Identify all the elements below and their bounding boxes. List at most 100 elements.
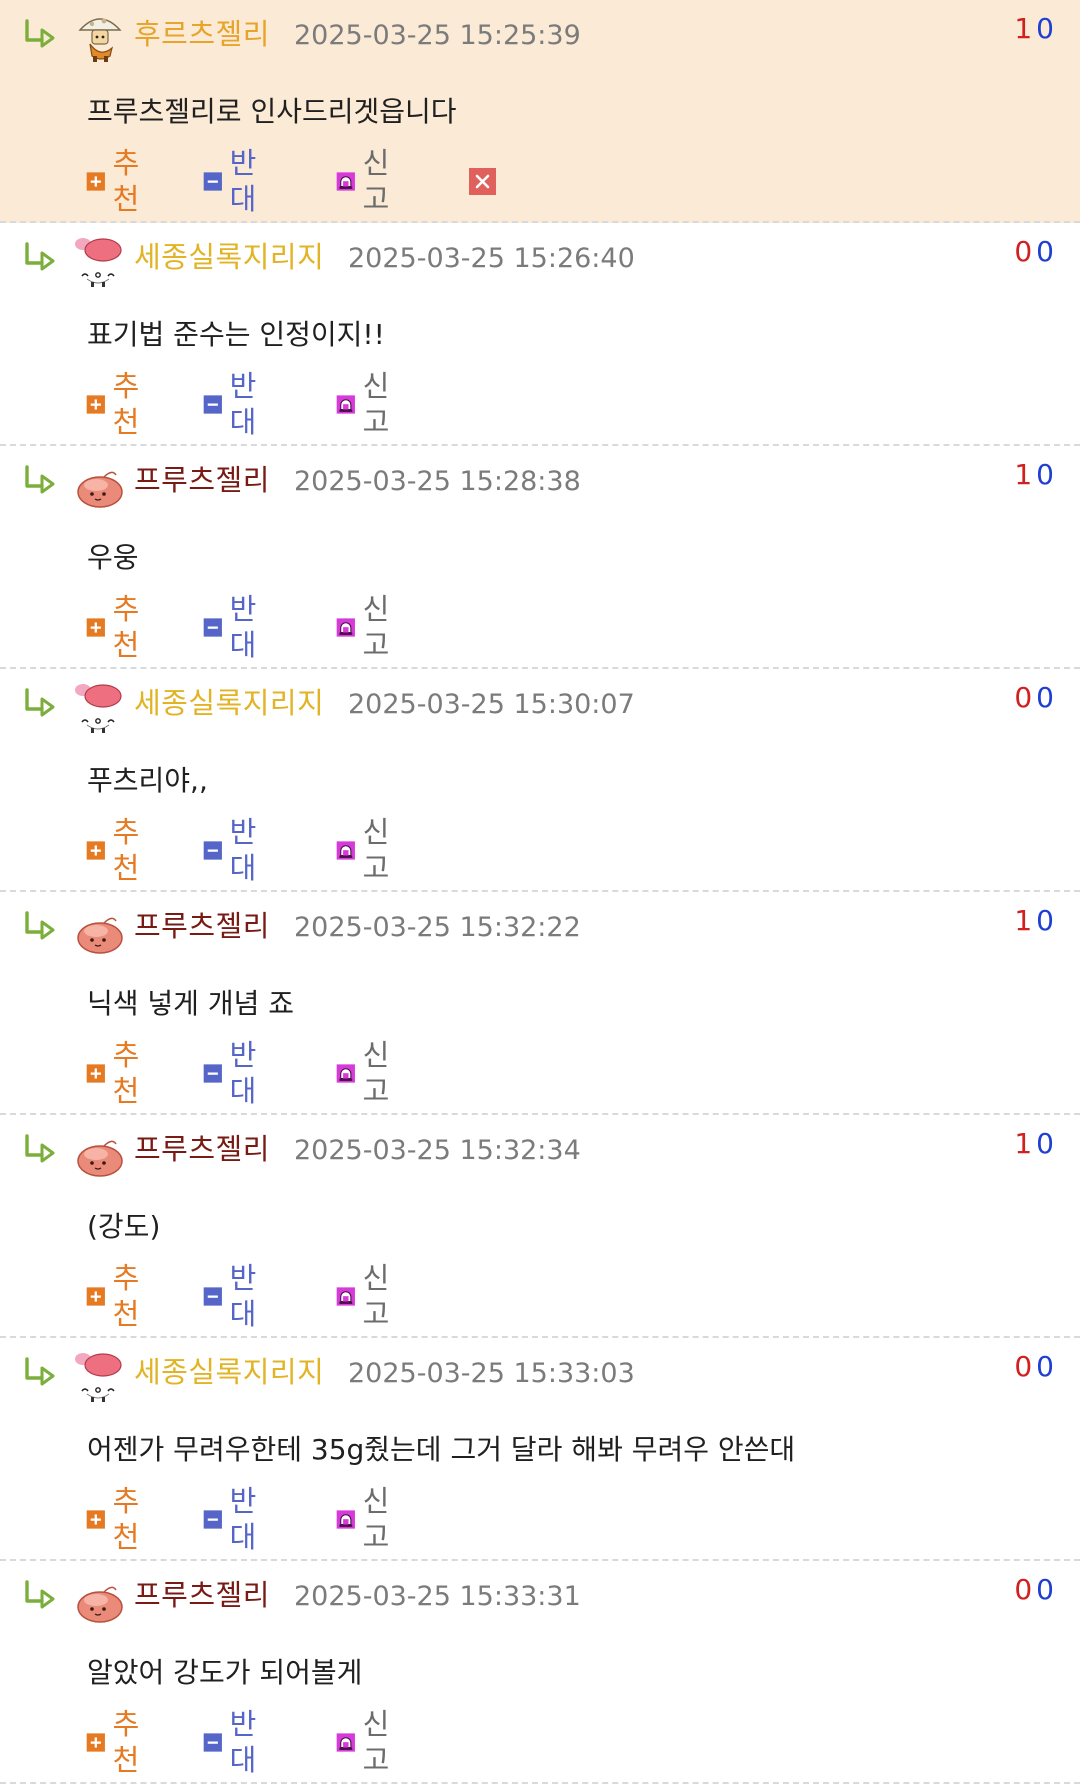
mouse-character-icon [75, 1353, 122, 1402]
recommend-label: 추천 [112, 146, 140, 216]
report-label: 신고 [362, 146, 390, 216]
report-label: 신고 [362, 815, 390, 885]
oppose-label: 반대 [229, 592, 257, 662]
comment-item: 프루츠젤리 2025-03-25 15:33:31 00 알았어 강도가 되어볼… [0, 1561, 1080, 1784]
recommend-button[interactable]: 추천 [86, 592, 149, 662]
comment-text: 닉색 넣게 개념 죠 [87, 987, 295, 1020]
reply-arrow-icon [25, 688, 55, 717]
reply-arrow-icon [25, 1580, 55, 1609]
author-name[interactable]: 세종실록지리지 [134, 239, 324, 275]
author-name[interactable]: 프루츠젤리 [134, 462, 270, 498]
oppose-button[interactable]: 반대 [203, 1484, 266, 1554]
mushroom-character-icon [78, 18, 122, 62]
report-label: 신고 [362, 369, 390, 439]
oppose-button[interactable]: 반대 [203, 369, 266, 439]
siren-icon [336, 1509, 355, 1529]
reply-arrow-icon [25, 911, 55, 940]
upvote-count: 1 [1014, 458, 1037, 491]
reply-arrow-icon [25, 242, 55, 271]
siren-icon [336, 840, 355, 860]
avatar[interactable] [74, 458, 126, 510]
oppose-label: 반대 [229, 815, 257, 885]
plus-icon [86, 394, 105, 414]
avatar[interactable] [74, 235, 126, 287]
author-name[interactable]: 프루츠젤리 [134, 1577, 270, 1613]
pink-slime-icon [77, 917, 123, 954]
recommend-button[interactable]: 추천 [86, 146, 149, 216]
avatar[interactable] [74, 1350, 126, 1402]
comment-text: 알았어 강도가 되어볼게 [87, 1656, 363, 1689]
author-name[interactable]: 프루츠젤리 [134, 1131, 270, 1167]
upvote-count: 1 [1014, 904, 1037, 937]
recommend-button[interactable]: 추천 [86, 1707, 149, 1777]
vote-counts: 10 [1014, 12, 1058, 46]
comment-text: 우웅 [87, 541, 139, 574]
report-button[interactable]: 신고 [336, 815, 399, 885]
oppose-label: 반대 [229, 1261, 257, 1331]
close-icon [469, 167, 496, 195]
report-button[interactable]: 신고 [336, 592, 399, 662]
minus-icon [203, 840, 222, 860]
plus-icon [86, 1732, 105, 1752]
siren-icon [336, 1732, 355, 1752]
author-name[interactable]: 세종실록지리지 [134, 1354, 324, 1390]
oppose-button[interactable]: 반대 [203, 1038, 266, 1108]
comment-text: 표기법 준수는 인정이지!! [87, 318, 385, 351]
recommend-label: 추천 [112, 592, 140, 662]
report-button[interactable]: 신고 [336, 1261, 399, 1331]
downvote-count: 0 [1036, 1573, 1058, 1606]
upvote-count: 0 [1014, 1350, 1037, 1383]
comment-timestamp: 2025-03-25 15:32:34 [294, 1135, 581, 1166]
plus-icon [86, 840, 105, 860]
recommend-button[interactable]: 추천 [86, 815, 149, 885]
upvote-count: 0 [1014, 1573, 1037, 1606]
recommend-label: 추천 [112, 369, 140, 439]
author-name[interactable]: 후르츠젤리 [134, 16, 270, 52]
recommend-button[interactable]: 추천 [86, 1261, 149, 1331]
upvote-count: 0 [1014, 681, 1037, 714]
vote-counts: 00 [1014, 681, 1058, 715]
downvote-count: 0 [1036, 458, 1058, 491]
plus-icon [86, 171, 105, 191]
report-button[interactable]: 신고 [336, 1038, 399, 1108]
avatar[interactable] [74, 1127, 126, 1179]
comment-timestamp: 2025-03-25 15:30:07 [348, 689, 635, 720]
vote-counts: 00 [1014, 235, 1058, 269]
plus-icon [86, 617, 105, 637]
recommend-button[interactable]: 추천 [86, 1038, 149, 1108]
avatar[interactable] [74, 681, 126, 733]
report-button[interactable]: 신고 [336, 369, 399, 439]
oppose-button[interactable]: 반대 [203, 592, 266, 662]
avatar[interactable] [74, 12, 126, 64]
author-name[interactable]: 세종실록지리지 [134, 685, 324, 721]
siren-icon [336, 171, 355, 191]
avatar[interactable] [74, 904, 126, 956]
author-name[interactable]: 프루츠젤리 [134, 908, 270, 944]
downvote-count: 0 [1036, 1127, 1058, 1160]
oppose-button[interactable]: 반대 [203, 146, 266, 216]
oppose-button[interactable]: 반대 [203, 1707, 266, 1777]
oppose-button[interactable]: 반대 [203, 815, 266, 885]
recommend-button[interactable]: 추천 [86, 369, 149, 439]
minus-icon [203, 1509, 222, 1529]
upvote-count: 1 [1014, 12, 1037, 45]
report-button[interactable]: 신고 [336, 1484, 399, 1554]
comment-text: 푸츠리야,, [87, 764, 208, 797]
downvote-count: 0 [1036, 12, 1058, 45]
avatar[interactable] [74, 1573, 126, 1625]
delete-button[interactable] [468, 163, 497, 199]
minus-icon [203, 1286, 222, 1306]
downvote-count: 0 [1036, 1350, 1058, 1383]
report-button[interactable]: 신고 [336, 146, 399, 216]
upvote-count: 0 [1014, 235, 1037, 268]
comment-list: 후르츠젤리 2025-03-25 15:25:39 10 프루츠젤리로 인사드리… [0, 0, 1080, 1784]
recommend-button[interactable]: 추천 [86, 1484, 149, 1554]
comment-timestamp: 2025-03-25 15:33:03 [348, 1358, 635, 1389]
recommend-label: 추천 [112, 1261, 140, 1331]
minus-icon [203, 1063, 222, 1083]
comment-item: 세종실록지리지 2025-03-25 15:26:40 00 표기법 준수는 인… [0, 223, 1080, 446]
report-button[interactable]: 신고 [336, 1707, 399, 1777]
oppose-button[interactable]: 반대 [203, 1261, 266, 1331]
comment-item: 세종실록지리지 2025-03-25 15:33:03 00 어젠가 무려우한테… [0, 1338, 1080, 1561]
oppose-label: 반대 [229, 1484, 257, 1554]
